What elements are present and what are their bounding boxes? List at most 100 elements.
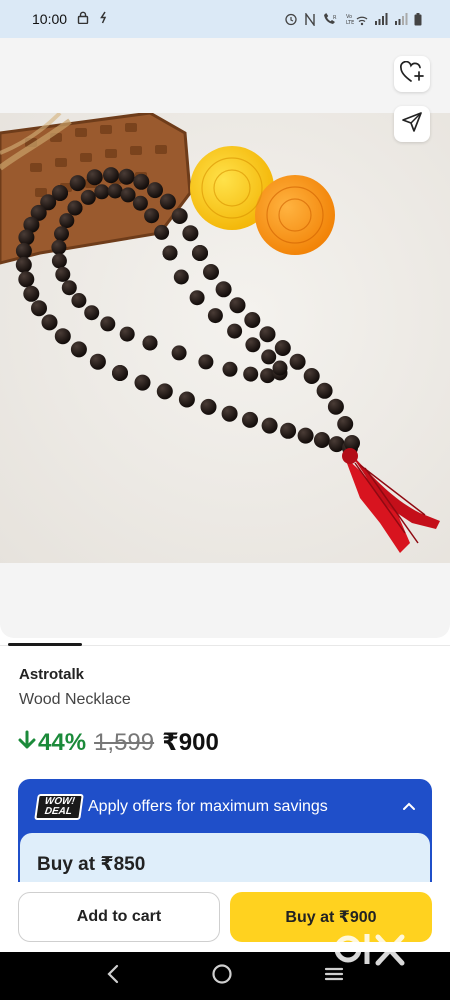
offers-card[interactable]: WOW! DEAL Apply offers for maximum savin… xyxy=(18,779,432,899)
gallery-indicator xyxy=(8,643,82,646)
necklace-bead xyxy=(18,229,35,246)
necklace-bead xyxy=(54,328,71,345)
necklace-bead xyxy=(120,187,136,203)
necklace-bead xyxy=(215,281,232,298)
share-button[interactable] xyxy=(394,106,430,142)
battery-icon xyxy=(414,12,422,26)
signal-2-icon xyxy=(394,13,408,25)
home-nav-icon[interactable] xyxy=(211,963,233,990)
lock-icon xyxy=(77,11,89,27)
necklace-bead xyxy=(337,416,354,432)
necklace-bead xyxy=(80,189,96,205)
necklace-bead xyxy=(222,361,238,377)
necklace-bead xyxy=(189,290,205,306)
necklace-bead xyxy=(242,411,258,428)
necklace-bead xyxy=(107,183,123,199)
alarm-icon xyxy=(284,12,298,26)
discount-badge: 44% xyxy=(18,729,86,757)
volte-icon: R xyxy=(322,12,340,26)
necklace-bead xyxy=(272,360,288,376)
necklace-bead xyxy=(94,184,110,200)
chevron-up-icon[interactable] xyxy=(402,798,416,816)
necklace-bead xyxy=(86,169,103,186)
necklace-bead xyxy=(200,398,217,415)
necklace-bead xyxy=(59,213,75,229)
necklace-bead xyxy=(71,293,87,308)
status-bar: 10:00 R Vo LTE xyxy=(0,0,450,38)
necklace-bead xyxy=(144,208,160,224)
necklace-bead xyxy=(61,280,77,296)
necklace-bead xyxy=(244,312,261,328)
necklace-bead xyxy=(192,245,208,261)
necklace-bead xyxy=(274,340,291,356)
send-icon xyxy=(401,111,423,138)
necklace-bead xyxy=(67,200,83,216)
necklace-bead xyxy=(156,383,173,400)
price-row: 44% 1,599 ₹900 xyxy=(18,728,219,757)
necklace-bead xyxy=(147,182,163,199)
necklace-bead xyxy=(171,208,188,224)
necklace-bead xyxy=(280,422,297,439)
necklace-bead xyxy=(229,297,246,314)
necklace-bead xyxy=(142,335,158,351)
necklace-bead xyxy=(84,305,100,321)
necklace-bead xyxy=(52,185,68,201)
necklace-bead xyxy=(100,316,116,332)
necklace-bead xyxy=(134,374,151,391)
signal-icon xyxy=(374,13,388,25)
necklace-bead xyxy=(173,269,189,285)
product-title: Wood Necklace xyxy=(19,691,131,708)
selling-price: ₹900 xyxy=(162,729,219,756)
necklace-bead xyxy=(103,167,119,184)
wifi-icon: Vo LTE xyxy=(346,13,368,26)
necklace-bead xyxy=(245,337,261,353)
offers-title: Apply offers for maximum savings xyxy=(88,798,328,815)
brand-name[interactable]: Astrotalk xyxy=(19,666,84,683)
necklace-bead xyxy=(55,266,71,282)
necklace-bead xyxy=(171,345,187,361)
necklace-bead xyxy=(54,226,69,242)
necklace-bead xyxy=(297,427,314,444)
necklace-bead xyxy=(178,391,195,408)
necklace-bead xyxy=(159,193,176,210)
necklace-bead xyxy=(70,341,87,358)
necklace-bead xyxy=(221,405,238,422)
necklace-bead xyxy=(112,365,128,381)
necklace-bead xyxy=(23,285,40,302)
gallery-top-padding xyxy=(0,38,450,113)
heart-plus-icon xyxy=(400,60,424,88)
necklace-bead xyxy=(15,256,32,273)
necklace-bead xyxy=(31,300,47,317)
product-image[interactable] xyxy=(0,113,450,563)
necklace-bead xyxy=(316,382,333,399)
svg-text:LTE: LTE xyxy=(346,20,354,26)
add-to-cart-button[interactable]: Add to cart xyxy=(18,892,220,942)
wishlist-button[interactable] xyxy=(394,56,430,92)
necklace-bead xyxy=(227,323,243,339)
offers-header[interactable]: WOW! DEAL Apply offers for maximum savin… xyxy=(18,779,432,835)
olx-watermark-logo xyxy=(334,929,414,969)
necklace-bead xyxy=(132,195,148,211)
necklace-bead xyxy=(89,353,106,370)
necklace-bead xyxy=(203,264,219,280)
necklace-bead xyxy=(18,271,35,288)
necklace-bead xyxy=(154,224,170,240)
necklace-bead xyxy=(243,366,259,382)
necklace-bead xyxy=(289,353,306,370)
call-forward-icon xyxy=(99,11,109,27)
necklace-bead xyxy=(51,239,67,255)
necklace-bead xyxy=(119,326,135,342)
necklace-bead xyxy=(303,368,320,384)
wow-deal-logo-line2: DEAL xyxy=(43,806,73,817)
arrow-down-icon xyxy=(18,729,36,757)
necklace-bead xyxy=(118,168,135,185)
product-gallery[interactable] xyxy=(0,38,450,638)
offer-price: Buy at ₹850 xyxy=(37,854,146,875)
necklace-bead xyxy=(261,349,277,365)
necklace-bead xyxy=(15,242,32,259)
back-nav-icon[interactable] xyxy=(106,964,120,989)
wow-deal-logo: WOW! DEAL xyxy=(34,794,84,820)
necklace-bead xyxy=(133,173,150,190)
nfc-icon xyxy=(304,12,316,26)
necklace-bead xyxy=(259,326,276,343)
